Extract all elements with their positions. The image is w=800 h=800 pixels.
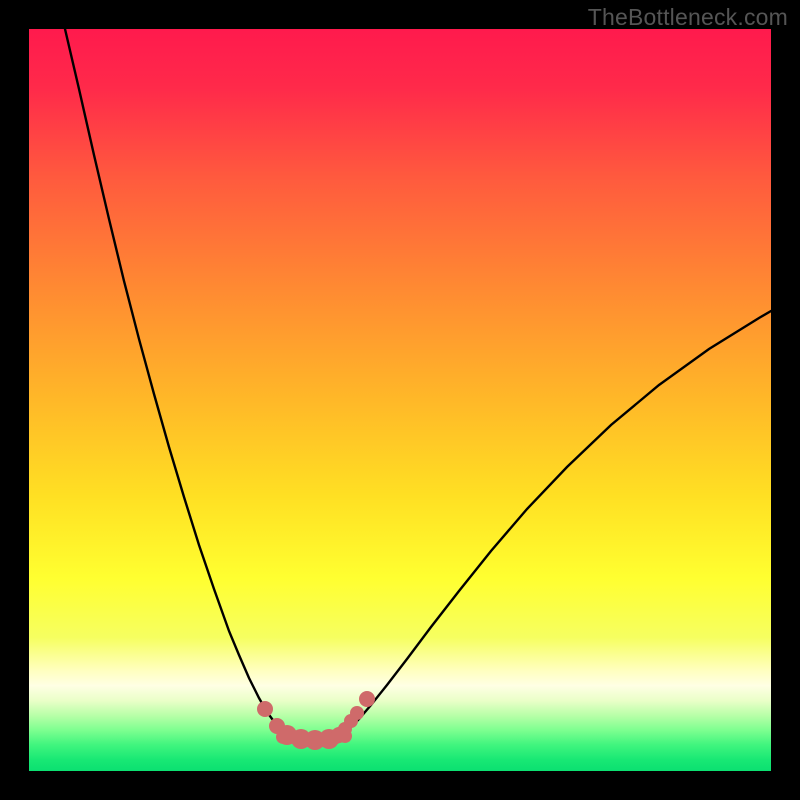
chart-area	[29, 29, 771, 771]
watermark-text: TheBottleneck.com	[588, 4, 788, 31]
highlight-dot	[359, 691, 375, 707]
highlight-dot	[257, 701, 273, 717]
chart-svg	[29, 29, 771, 771]
gradient-bg	[29, 29, 771, 771]
highlight-dot	[350, 706, 364, 720]
